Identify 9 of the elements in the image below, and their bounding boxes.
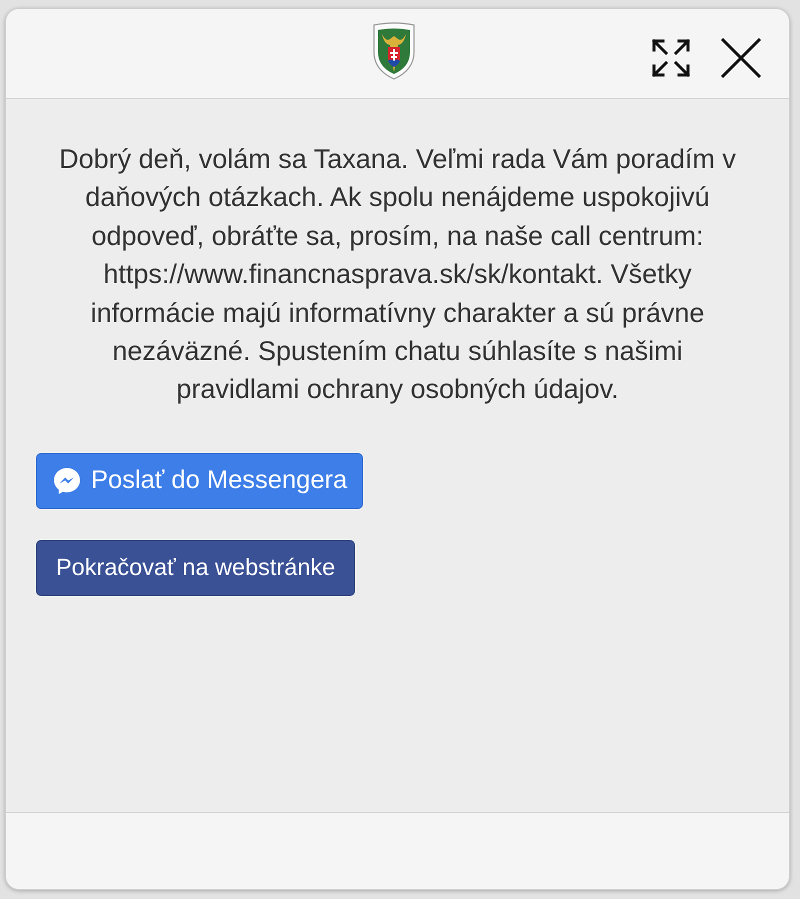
continue-on-website-button[interactable]: Pokračovať na webstránke: [36, 540, 356, 596]
button-label: Poslať do Messengera: [91, 466, 348, 496]
send-to-messenger-button[interactable]: Poslať do Messengera: [36, 452, 364, 509]
messenger-icon: [53, 466, 81, 495]
welcome-message: Dobrý deň, volám sa Taxana. Veľmi rada Vám poradím v daňových otázkach. Ak spolu nenájdeme uspokojivú odpoveď, obráťte sa, prosím, na naše call centrum: https://www.financnasprava.sk/sk/kontakt. Všetky informácie majú informatívny charakter a sú právne nezáväzné. Spustením chatu súhlasíte s našimi pravidlami ochrany osobných údajov.: [58, 143, 737, 406]
close-icon: [721, 38, 761, 78]
expand-icon: [651, 38, 691, 78]
close-button[interactable]: [721, 38, 761, 78]
expand-button[interactable]: [651, 38, 691, 78]
